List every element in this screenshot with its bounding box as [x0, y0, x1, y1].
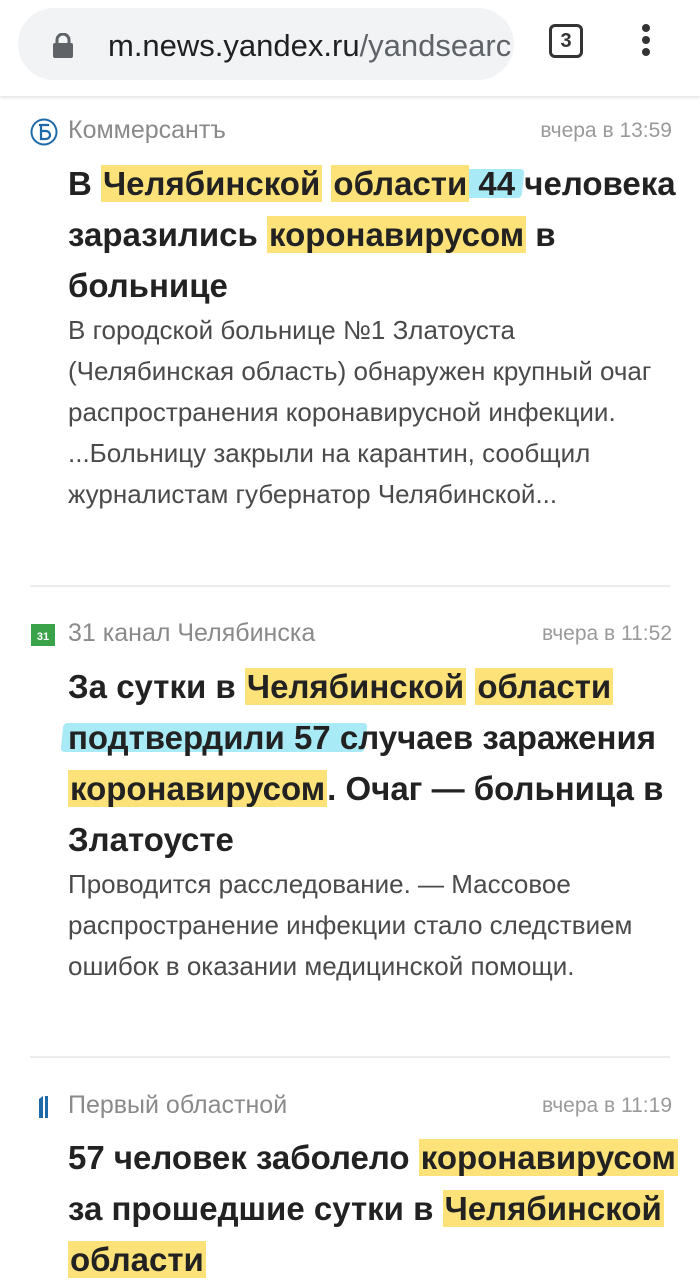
url-path: /yandsearc [359, 28, 512, 63]
marker-highlight: 44 [469, 165, 516, 202]
channel31-logo-icon: 31 [31, 624, 55, 646]
address-bar[interactable]: m.news.yandex.ru/yandsearc [18, 8, 514, 80]
marker-highlight: подтвердили 57 с [68, 719, 359, 756]
tab-switcher-button[interactable]: 3 [549, 24, 585, 60]
query-highlight: коронавирусом [418, 1139, 678, 1176]
source-row: 31 31 канал Челябинска вчера в 11:52 [30, 619, 672, 651]
query-highlight: Челябинской [101, 165, 323, 202]
query-highlight: коронавирусом [68, 770, 328, 807]
query-highlight: Челябинской [442, 1190, 664, 1227]
headline-text: 57 человек заболело [68, 1139, 419, 1176]
snippet: Проводится расследование. — Массовое рас… [68, 869, 633, 981]
headline[interactable]: 57 человек заболело коронавирусом за про… [68, 1132, 678, 1285]
headline-text: За сутки в [68, 668, 245, 705]
source-name[interactable]: 31 канал Челябинска [68, 619, 315, 648]
publish-time: вчера в 11:19 [541, 1094, 672, 1117]
headline[interactable]: За сутки в Челябинской области подтверди… [68, 661, 678, 865]
headline-text [466, 668, 475, 705]
query-highlight: коронавирусом [266, 216, 527, 253]
url-text: m.news.yandex.ru/yandsearc [108, 28, 514, 64]
source-row: Коммерсантъ вчера в 13:59 [30, 116, 672, 148]
source-name[interactable]: Первый областной [68, 1091, 287, 1120]
divider [30, 1056, 670, 1058]
kommersant-logo-icon [30, 118, 58, 146]
headline[interactable]: В Челябинской области 44 человека зарази… [68, 158, 678, 311]
perviy-oblastnoy-logo-icon [39, 1096, 48, 1118]
query-highlight: области [475, 668, 614, 705]
tab-count: 3 [549, 24, 583, 58]
headline-text: за прошедшие сутки в [68, 1190, 443, 1227]
query-highlight: Челябинской [244, 668, 467, 705]
publish-time: вчера в 11:52 [541, 622, 672, 645]
browser-toolbar: m.news.yandex.ru/yandsearc 3 [0, 0, 700, 96]
source-row: Первый областной вчера в 11:19 [30, 1091, 672, 1123]
svg-text:31: 31 [37, 631, 49, 643]
more-menu-icon[interactable] [636, 24, 656, 64]
source-name[interactable]: Коммерсантъ [68, 116, 226, 145]
headline-text: лучаев заражения [358, 719, 657, 756]
headline-text: В [68, 165, 101, 202]
divider [30, 585, 670, 587]
query-highlight: области [68, 1241, 206, 1278]
lock-icon [53, 33, 73, 58]
url-domain: m.news.yandex.ru [108, 28, 360, 63]
publish-time: вчера в 13:59 [540, 119, 672, 142]
query-highlight: области [331, 165, 470, 202]
snippet: В городской больнице №1 Златоуста (Челяб… [68, 315, 652, 509]
